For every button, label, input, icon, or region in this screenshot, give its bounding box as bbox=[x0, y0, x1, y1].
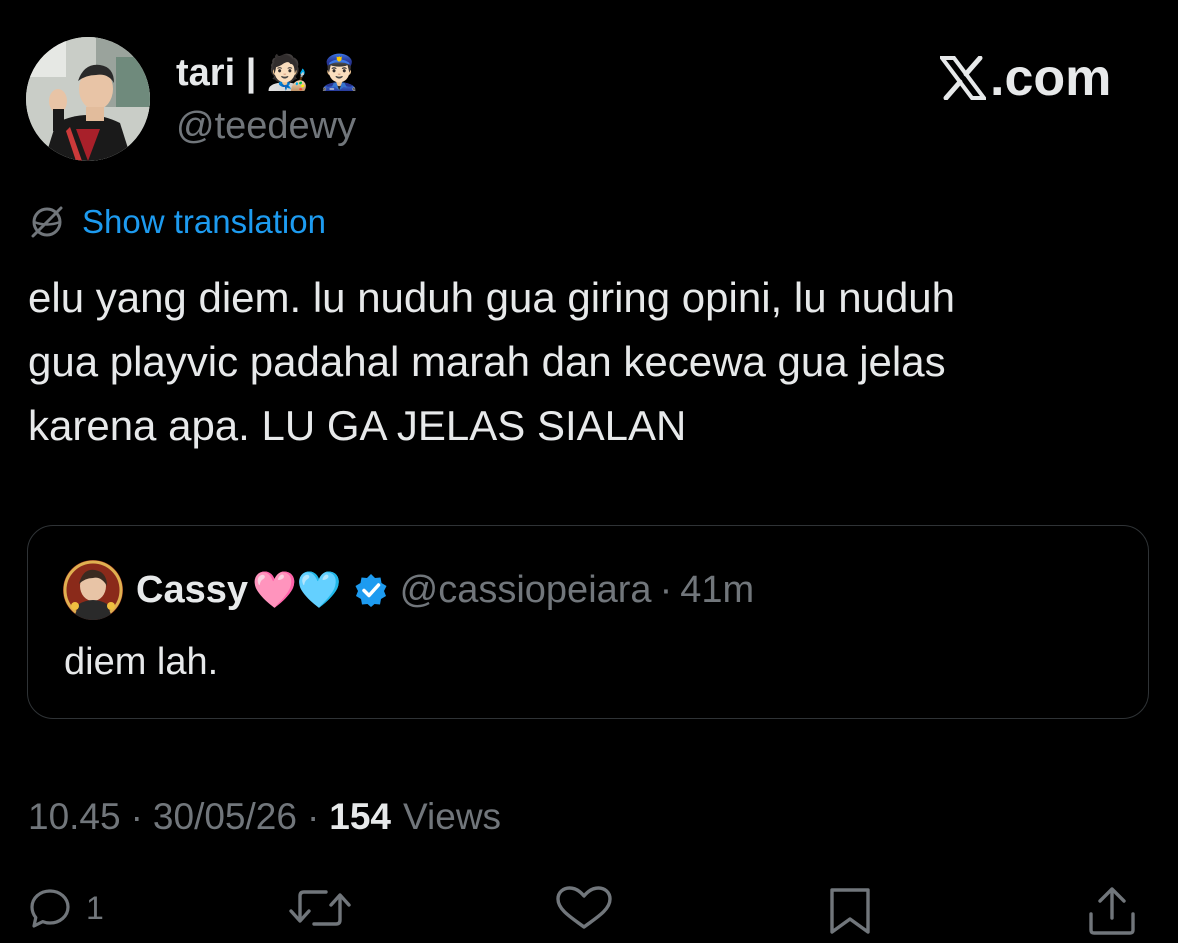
quoted-author-avatar[interactable] bbox=[63, 560, 123, 620]
bookmark-button[interactable] bbox=[826, 886, 874, 936]
bookmark-icon bbox=[830, 888, 870, 934]
meta-separator-2: · bbox=[306, 796, 320, 837]
tweet-time[interactable]: 10.45 bbox=[28, 792, 121, 842]
tweet-meta: 10.45 · 30/05/26 · 154 Views bbox=[28, 792, 501, 842]
globe-icon bbox=[31, 206, 63, 238]
x-com-watermark: .com bbox=[940, 50, 1111, 106]
reply-button[interactable]: 1 bbox=[28, 886, 104, 930]
share-icon bbox=[1089, 887, 1135, 935]
author-name-text: tari | bbox=[176, 52, 257, 94]
show-translation-button[interactable]: Show translation bbox=[28, 202, 326, 242]
quoted-tweet-text: diem lah. bbox=[64, 641, 219, 683]
author-avatar[interactable] bbox=[26, 37, 150, 161]
verified-badge-icon bbox=[354, 573, 388, 607]
author-name-emojis: 🧑🏻‍🎨 👮🏻‍♂️ bbox=[266, 54, 361, 92]
meta-separator-1: · bbox=[130, 796, 143, 837]
quoted-tweet-card[interactable]: Cassy 🩷🩵 @cassiopeiara · 41m diem lah. bbox=[27, 525, 1149, 719]
x-logo-icon bbox=[940, 56, 986, 100]
retweet-icon bbox=[289, 890, 351, 926]
quoted-author-name-emojis: 🩷🩵 bbox=[251, 569, 342, 610]
author-display-name[interactable]: tari | 🧑🏻‍🎨 👮🏻‍♂️ bbox=[176, 48, 360, 98]
like-button[interactable] bbox=[554, 886, 614, 930]
quoted-timestamp[interactable]: 41m bbox=[680, 564, 754, 616]
action-bar: 1 bbox=[0, 880, 1178, 943]
heart-icon bbox=[556, 886, 612, 929]
author-handle[interactable]: @teedewy bbox=[176, 102, 356, 150]
quoted-author-name[interactable]: Cassy bbox=[136, 564, 248, 616]
views-count: 154 bbox=[329, 796, 392, 837]
share-button[interactable] bbox=[1086, 886, 1138, 936]
x-com-label: .com bbox=[990, 49, 1112, 107]
retweet-button[interactable] bbox=[286, 886, 354, 930]
tweet-text: elu yang diem. lu nuduh gua giring opini… bbox=[28, 274, 956, 449]
reply-icon bbox=[30, 889, 70, 928]
tweet-date[interactable]: 30/05/26 bbox=[153, 792, 297, 842]
quoted-separator: · bbox=[659, 569, 673, 611]
views-label: Views bbox=[403, 796, 502, 837]
quoted-author-handle[interactable]: @cassiopeiara bbox=[400, 564, 652, 616]
reply-count: 1 bbox=[86, 889, 104, 926]
show-translation-label: Show translation bbox=[82, 203, 326, 240]
quoted-tweet-header: Cassy 🩷🩵 @cassiopeiara · 41m bbox=[136, 564, 754, 616]
